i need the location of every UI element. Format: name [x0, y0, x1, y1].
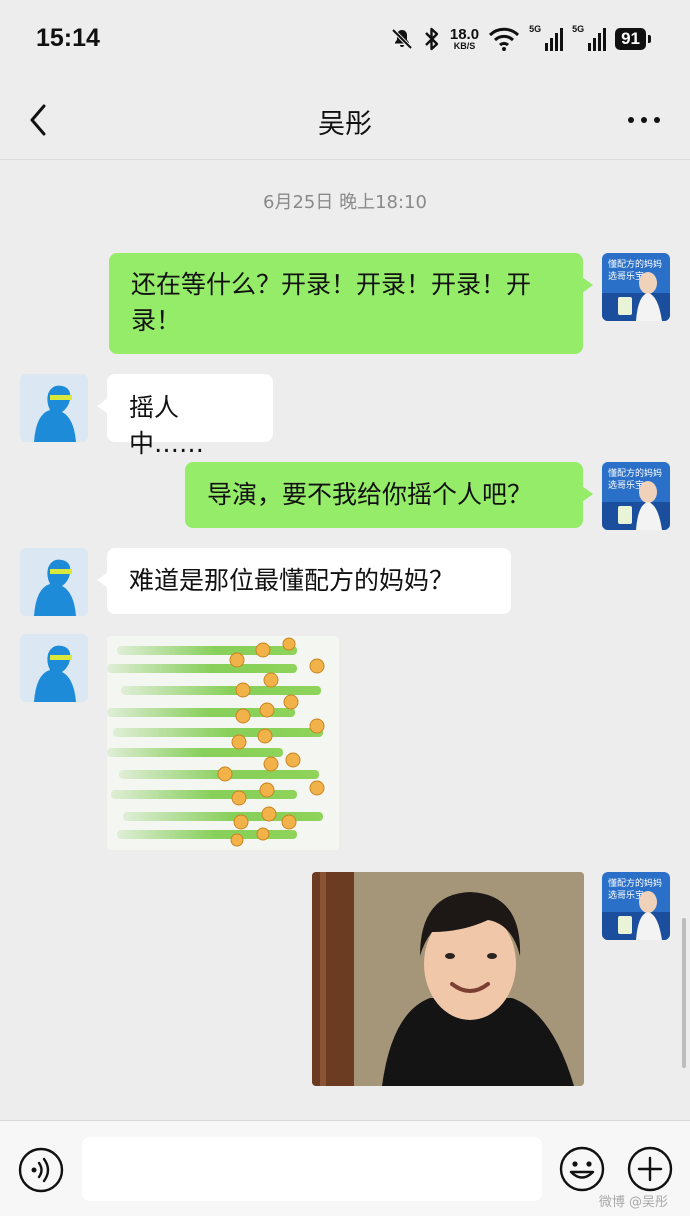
contact-avatar[interactable] [20, 634, 88, 702]
chat-title: 吴彤 [318, 109, 372, 140]
net-speed-value: 18.0 [449, 26, 480, 43]
wifi-icon [488, 27, 520, 51]
more-button[interactable] [624, 110, 664, 130]
self-avatar[interactable]: 懂配方的妈妈 选哥乐宝 [602, 462, 670, 530]
sim2-label: 5G [572, 23, 585, 34]
self-avatar-line1: 懂配方的妈妈 [608, 467, 662, 479]
message-text: 还在等什么？开录！开录！开录！开录！ [131, 270, 532, 335]
message-text: 难道是那位最懂配方的妈妈？ [129, 566, 455, 595]
self-avatar-line2: 选哥乐宝 [608, 270, 644, 282]
input-bar: 微博 @吴彤 [0, 1120, 690, 1216]
self-avatar-line2: 选哥乐宝 [608, 889, 644, 901]
message-input[interactable] [82, 1137, 542, 1201]
voice-button[interactable] [18, 1147, 64, 1193]
scrollbar[interactable] [682, 918, 686, 1068]
message-bubble-self[interactable]: 导演，要不我给你摇个人吧？ [185, 462, 593, 528]
message-bubble-other[interactable]: 摇人中…… [97, 374, 273, 458]
plus-icon [627, 1146, 673, 1192]
emoji-button[interactable] [558, 1145, 606, 1193]
more-icon [628, 117, 660, 123]
bluetooth-icon [423, 26, 441, 52]
mute-icon [390, 27, 414, 51]
chat-timestamp: 6月25日 晚上18:10 [263, 192, 427, 213]
more-functions-button[interactable] [626, 1145, 674, 1193]
self-avatar-line1: 懂配方的妈妈 [608, 877, 662, 889]
sim1-label: 5G [529, 23, 542, 34]
message-text: 摇人中…… [129, 393, 205, 458]
status-bar: 15:14 18.0 KB/S 5G 5G 91 [0, 0, 690, 82]
signal-icon: 5G [529, 24, 564, 51]
voice-icon [18, 1147, 64, 1193]
message-bubble-self[interactable]: 还在等什么？开录！开录！开录！开录！ [109, 253, 593, 354]
message-text: 导演，要不我给你摇个人吧？ [207, 480, 533, 509]
contact-avatar[interactable] [20, 548, 88, 616]
self-avatar-line2: 选哥乐宝 [608, 479, 644, 491]
net-speed-unit: KB/S [453, 41, 476, 51]
net-speed: 18.0 KB/S [450, 27, 479, 51]
self-avatar-line1: 懂配方的妈妈 [608, 258, 662, 270]
watermark: 微博 @吴彤 [598, 1195, 668, 1210]
self-avatar[interactable]: 懂配方的妈妈 选哥乐宝 [602, 253, 670, 321]
signal-icon: 5G [572, 24, 607, 51]
status-time: 15:14 [36, 24, 100, 52]
thumbs-up-icon [107, 637, 325, 847]
status-icons: 18.0 KB/S 5G 5G 91 [390, 24, 651, 52]
battery-icon: 91 [615, 28, 651, 50]
message-bubble-other[interactable]: 难道是那位最懂配方的妈妈？ [97, 548, 511, 614]
emoji-icon [559, 1146, 605, 1192]
photo-message[interactable] [312, 872, 584, 1086]
thumbs-up-sticker[interactable] [107, 636, 339, 850]
chat-header: 吴彤 [0, 82, 690, 160]
contact-avatar[interactable] [20, 374, 88, 442]
self-avatar[interactable]: 懂配方的妈妈 选哥乐宝 [602, 872, 670, 940]
